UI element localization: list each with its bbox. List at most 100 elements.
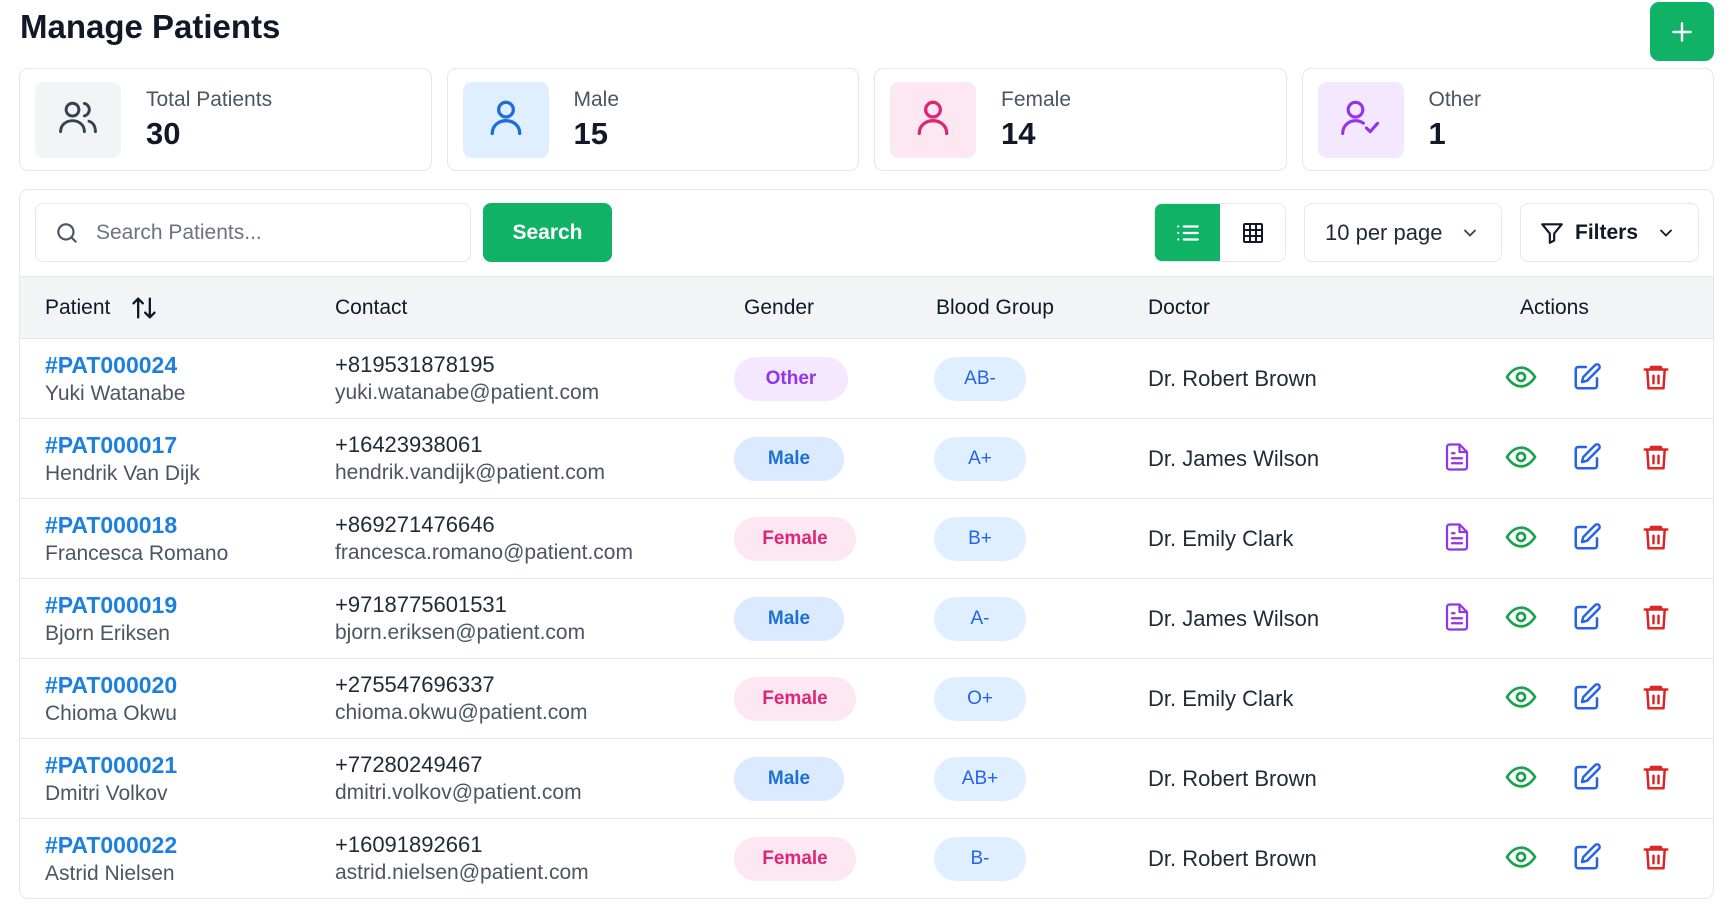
edit-button[interactable] <box>1569 601 1605 637</box>
blood-group-badge: A- <box>934 596 1026 641</box>
edit-icon <box>1572 762 1602 797</box>
delete-button[interactable] <box>1638 841 1674 877</box>
blood-cell: B+ <box>934 499 1026 578</box>
gender-cell: Male <box>734 739 844 818</box>
doctor-cell: Dr. Emily Clark <box>1148 659 1293 738</box>
trash-icon <box>1641 442 1671 477</box>
trash-icon <box>1641 762 1671 797</box>
delete-button[interactable] <box>1638 601 1674 637</box>
doctor-name: Dr. Emily Clark <box>1148 525 1294 551</box>
contact-cell: +819531878195 yuki.watanabe@patient.com <box>335 339 599 418</box>
header-patient[interactable]: Patient <box>45 277 158 339</box>
filters-button[interactable]: Filters <box>1520 203 1699 262</box>
edit-button[interactable] <box>1569 441 1605 477</box>
view-button[interactable] <box>1503 361 1539 397</box>
stat-text: Female 14 <box>1001 88 1071 152</box>
header-patient-label: Patient <box>45 296 111 319</box>
view-button[interactable] <box>1503 521 1539 557</box>
header-blood-group: Blood Group <box>936 296 1054 319</box>
patient-id-link[interactable]: #PAT000022 <box>45 832 177 859</box>
document-icon <box>1442 522 1472 557</box>
blood-cell: A- <box>934 579 1026 658</box>
eye-icon <box>1505 841 1537 878</box>
document-icon <box>1442 442 1472 477</box>
patient-cell: #PAT000020 Chioma Okwu <box>45 659 177 738</box>
patient-phone: +869271476646 <box>335 512 495 537</box>
add-patient-button[interactable] <box>1650 2 1714 61</box>
stat-label: Female <box>1001 87 1072 111</box>
gender-badge: Male <box>734 756 844 801</box>
edit-button[interactable] <box>1569 761 1605 797</box>
patient-phone: +77280249467 <box>335 752 483 777</box>
stat-icon-box <box>890 81 976 158</box>
view-button[interactable] <box>1503 681 1539 717</box>
stat-label: Male <box>573 87 620 111</box>
chevron-down-icon <box>1660 229 1672 237</box>
per-page-value: 10 per page <box>1325 219 1443 245</box>
doctor-cell: Dr. Robert Brown <box>1148 339 1317 418</box>
patient-id-link[interactable]: #PAT000018 <box>45 512 228 539</box>
grid-view-button[interactable] <box>1220 204 1285 261</box>
doctor-cell: Dr. Robert Brown <box>1148 819 1317 898</box>
trash-icon <box>1641 682 1671 717</box>
sort-icon[interactable] <box>130 294 158 322</box>
gender-cell: Male <box>734 419 844 498</box>
view-button[interactable] <box>1503 441 1539 477</box>
patient-id-link[interactable]: #PAT000017 <box>45 432 200 459</box>
gender-cell: Other <box>734 339 848 418</box>
edit-button[interactable] <box>1569 681 1605 717</box>
contact-cell: +869271476646 francesca.romano@patient.c… <box>335 499 633 578</box>
list-view-button[interactable] <box>1155 204 1220 261</box>
search-box[interactable] <box>35 203 471 262</box>
blood-group-badge: AB- <box>934 356 1026 401</box>
table-row: #PAT000018 Francesca Romano +86927147664… <box>20 499 1713 579</box>
patient-name: Chioma Okwu <box>45 701 177 725</box>
search-icon <box>57 222 77 243</box>
view-button[interactable] <box>1503 841 1539 877</box>
patient-phone: +9718775601531 <box>335 592 507 617</box>
table-row: #PAT000020 Chioma Okwu +275547696337 chi… <box>20 659 1713 739</box>
header-actions: Actions <box>1520 296 1589 319</box>
blood-group-badge: AB+ <box>934 756 1026 801</box>
patient-name: Astrid Nielsen <box>45 861 175 885</box>
table-row: #PAT000021 Dmitri Volkov +77280249467 dm… <box>20 739 1713 819</box>
patient-name: Yuki Watanabe <box>45 381 186 405</box>
plus-icon <box>1672 21 1692 42</box>
doctor-name: Dr. James Wilson <box>1148 445 1320 471</box>
list-icon <box>1176 224 1199 241</box>
trash-icon <box>1641 522 1671 557</box>
page-title: Manage Patients <box>20 8 281 45</box>
patient-id-link[interactable]: #PAT000020 <box>45 672 177 699</box>
patient-cell: #PAT000017 Hendrik Van Dijk <box>45 419 200 498</box>
gender-badge: Female <box>734 516 856 561</box>
doctor-name: Dr. Robert Brown <box>1148 765 1317 791</box>
blood-cell: B- <box>934 819 1026 898</box>
search-button[interactable]: Search <box>483 203 612 262</box>
edit-button[interactable] <box>1569 361 1605 397</box>
document-button[interactable] <box>1439 521 1475 557</box>
search-input[interactable] <box>96 220 436 245</box>
patient-phone: +819531878195 <box>335 352 495 377</box>
delete-button[interactable] <box>1638 441 1674 477</box>
edit-button[interactable] <box>1569 841 1605 877</box>
filter-icon <box>1541 222 1563 244</box>
edit-icon <box>1572 842 1602 877</box>
document-button[interactable] <box>1439 441 1475 477</box>
patient-id-link[interactable]: #PAT000024 <box>45 352 185 379</box>
view-toggle <box>1154 203 1286 262</box>
edit-button[interactable] <box>1569 521 1605 557</box>
delete-button[interactable] <box>1638 761 1674 797</box>
patient-email: astrid.nielsen@patient.com <box>335 861 589 884</box>
doctor-cell: Dr. Emily Clark <box>1148 499 1293 578</box>
blood-group-badge: B- <box>934 836 1026 881</box>
view-button[interactable] <box>1503 761 1539 797</box>
delete-button[interactable] <box>1638 521 1674 557</box>
delete-button[interactable] <box>1638 361 1674 397</box>
per-page-select[interactable]: 10 per page <box>1304 203 1502 262</box>
delete-button[interactable] <box>1638 681 1674 717</box>
view-button[interactable] <box>1503 601 1539 637</box>
patient-id-link[interactable]: #PAT000021 <box>45 752 177 779</box>
toolbar: Search 10 per page Filters <box>20 190 1713 276</box>
document-button[interactable] <box>1439 601 1475 637</box>
patient-id-link[interactable]: #PAT000019 <box>45 592 177 619</box>
